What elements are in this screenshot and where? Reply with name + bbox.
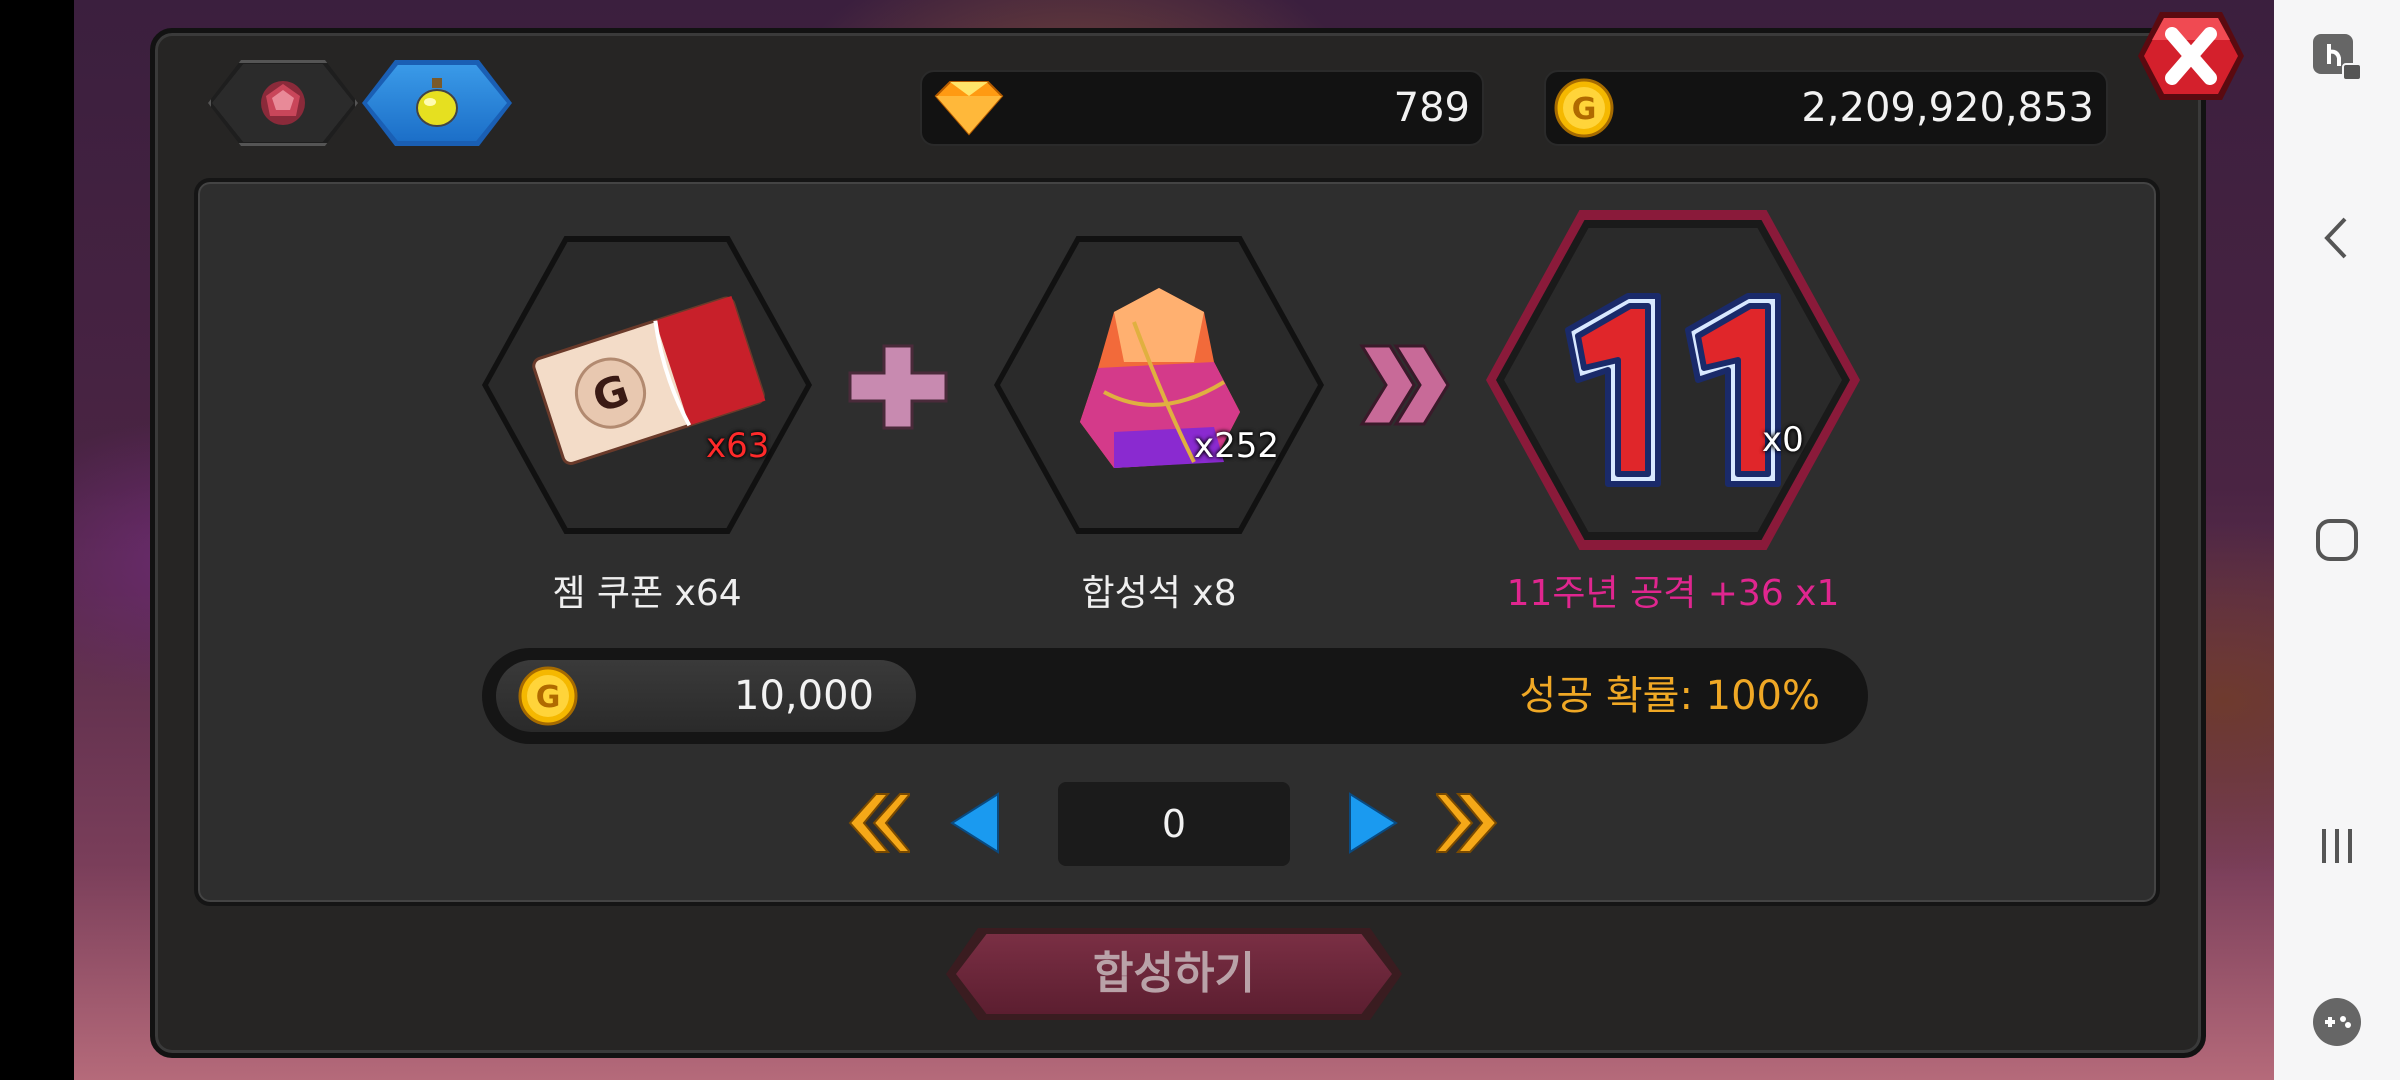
home-square-icon	[2316, 519, 2358, 561]
diamond-icon	[934, 81, 1004, 136]
result-owned-count: x0	[1762, 420, 1804, 460]
tab-bar	[150, 54, 590, 154]
success-rate: 성공 확률: 100%	[1519, 673, 1820, 719]
left-black-bar	[0, 0, 74, 1080]
gem-amount: 789	[1393, 85, 1470, 131]
close-icon	[2138, 12, 2244, 100]
first-page-button[interactable]	[846, 790, 910, 856]
recents-lines-icon	[2322, 829, 2352, 863]
gesture-lock-button[interactable]	[2274, 26, 2400, 90]
cost-pill: G 10,000	[496, 660, 916, 732]
system-nav-bar	[2274, 0, 2400, 1080]
home-button[interactable]	[2274, 508, 2400, 572]
result-label: 11주년 공격 +36 x1	[1506, 573, 1840, 614]
gem-counter: 789	[920, 70, 1484, 146]
double-arrow-icon	[1359, 344, 1450, 426]
svg-text:G: G	[1572, 92, 1597, 127]
anniversary-11-icon	[1565, 293, 1781, 487]
gold-counter: G 2,209,920,853	[1544, 70, 2108, 146]
gamepad-icon	[2313, 998, 2361, 1046]
touch-lock-icon	[2313, 34, 2362, 81]
back-chevron-icon	[2324, 217, 2347, 259]
close-button[interactable]	[2136, 10, 2246, 102]
prev-page-button[interactable]	[948, 790, 1002, 856]
plus-icon	[848, 344, 948, 430]
svg-text:G: G	[536, 680, 561, 715]
synthesize-button[interactable]: 합성하기	[956, 934, 1392, 1014]
recents-button[interactable]	[2274, 814, 2400, 878]
next-page-button[interactable]	[1346, 790, 1400, 856]
synthesize-label: 합성하기	[1093, 948, 1255, 999]
stone-owned-count: x252	[1194, 426, 1280, 466]
gold-amount: 2,209,920,853	[1801, 85, 2094, 131]
gold-coin-icon: G	[1554, 78, 1614, 138]
back-button[interactable]	[2274, 206, 2400, 270]
potion-icon	[416, 78, 458, 127]
gold-coin-icon: G	[518, 666, 578, 726]
coupon-owned-count: x63	[706, 426, 770, 466]
game-tools-button[interactable]	[2274, 990, 2400, 1054]
ruby-gem-icon	[261, 81, 305, 125]
last-page-button[interactable]	[1436, 790, 1500, 856]
ingredient1-label: 젬 쿠폰 x64	[552, 573, 742, 614]
page-indicator: 0	[1058, 782, 1290, 866]
tab-gem[interactable]	[208, 60, 358, 146]
page-value: 0	[1161, 802, 1187, 846]
tab-potion[interactable]	[362, 60, 512, 146]
synthesis-cost: 10,000	[734, 673, 874, 719]
ingredient2-label: 합성석 x8	[1081, 573, 1237, 614]
